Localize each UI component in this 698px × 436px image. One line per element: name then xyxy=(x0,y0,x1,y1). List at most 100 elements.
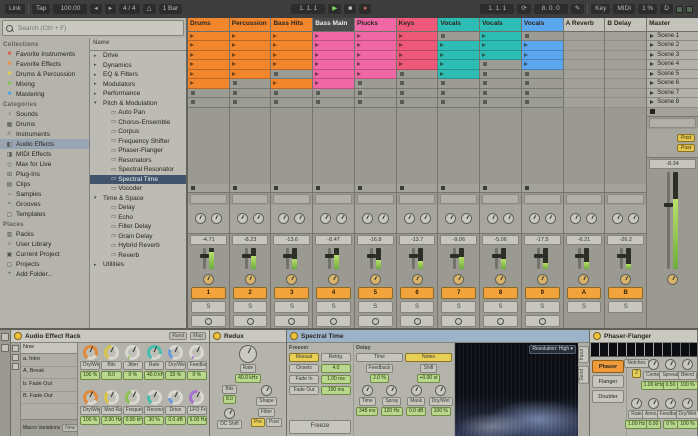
send-b-post-toggle[interactable]: Post xyxy=(676,143,695,152)
clip-slot[interactable] xyxy=(438,31,480,41)
browser-sidebar-item[interactable]: ◨ MIDI Effects xyxy=(0,149,89,159)
show-clip-icon[interactable] xyxy=(1,344,9,352)
tree-expand-arrow-icon[interactable]: ▾ xyxy=(94,100,99,106)
fader-handle[interactable] xyxy=(533,254,543,259)
clip-slot[interactable] xyxy=(521,60,563,70)
clip-slot[interactable] xyxy=(313,50,354,60)
pan-knob[interactable] xyxy=(578,273,590,285)
macro-value[interactable]: 40.0 kHz xyxy=(144,371,165,380)
browser-tree-item[interactable]: ▭ Echo xyxy=(90,213,186,223)
clip-stop-button-row[interactable] xyxy=(396,183,438,193)
clip-slot[interactable] xyxy=(480,60,521,70)
clip-slot[interactable] xyxy=(229,31,271,41)
volume-readout[interactable]: -13.6 xyxy=(273,234,311,245)
show-devices-in-rack-icon[interactable] xyxy=(12,363,19,370)
clip-slot[interactable] xyxy=(396,88,438,98)
track-activator-button[interactable]: 3 xyxy=(274,287,310,299)
clip-slot[interactable] xyxy=(605,50,647,60)
send-a-knob[interactable] xyxy=(194,213,206,224)
browser-sidebar-item[interactable]: ▦ Drums xyxy=(0,119,89,129)
tree-expand-arrow-icon[interactable]: ▸ xyxy=(94,72,99,78)
clip-stop-button-row[interactable] xyxy=(313,183,354,193)
clip-slot[interactable] xyxy=(438,88,480,98)
clip-slot[interactable] xyxy=(438,79,480,89)
browser-sidebar-item[interactable]: ≈ Grooves xyxy=(0,199,89,209)
track-header[interactable]: Drums xyxy=(188,18,229,32)
scene-play-icon[interactable] xyxy=(650,90,655,95)
solo-button[interactable]: S xyxy=(232,301,268,313)
drywet-value[interactable]: 100 % xyxy=(430,407,451,416)
device-on-icon[interactable] xyxy=(213,332,221,340)
clip-slot[interactable] xyxy=(396,50,438,60)
track-activator-button[interactable]: B xyxy=(608,287,644,299)
clip-slot[interactable] xyxy=(438,69,480,79)
pan-knob[interactable] xyxy=(328,273,340,285)
arrangement-position-field[interactable]: 1. 1. 1 xyxy=(291,4,326,14)
macro-value[interactable]: 2.00 Hz xyxy=(101,416,122,425)
solo-button[interactable]: S xyxy=(357,301,393,313)
track-header[interactable]: Vocals xyxy=(438,18,480,32)
show-chains-icon[interactable] xyxy=(12,345,19,352)
volume-fader[interactable] xyxy=(533,247,543,269)
param-value[interactable]: 0 % xyxy=(663,419,678,429)
clip-slot[interactable] xyxy=(188,50,229,60)
scene-play-icon[interactable] xyxy=(650,43,655,48)
scene-slot[interactable]: Scene 6 xyxy=(647,79,698,89)
macro-value[interactable]: 0 % xyxy=(186,371,207,380)
browser-sidebar-item[interactable]: ▥ Packs xyxy=(0,229,89,239)
stop-clips-icon[interactable] xyxy=(316,185,321,190)
macro-value[interactable]: 100 % xyxy=(80,371,101,380)
macro-value[interactable]: 33 % xyxy=(165,371,186,380)
browser-tree-item[interactable]: ▸ Drive xyxy=(90,51,186,61)
track-activator-button[interactable]: 2 xyxy=(232,287,268,299)
track-activator-button[interactable]: 5 xyxy=(357,287,393,299)
clip-slot[interactable] xyxy=(271,98,313,108)
clip-slot[interactable] xyxy=(188,41,229,51)
track-header[interactable]: B Delay xyxy=(605,18,647,32)
macro-knob[interactable] xyxy=(103,390,119,405)
volume-readout[interactable]: -4.71 xyxy=(190,234,227,245)
macro-knob[interactable] xyxy=(103,345,119,360)
clip-slot[interactable] xyxy=(229,41,271,51)
volume-readout[interactable]: -13.7 xyxy=(398,234,436,245)
browser-tree-item[interactable]: ▭ Phaser-Flanger xyxy=(90,146,186,156)
volume-fader[interactable] xyxy=(575,247,585,269)
tree-expand-arrow-icon[interactable]: ▸ xyxy=(94,53,99,59)
clip-slot[interactable] xyxy=(605,69,647,79)
mode-tab[interactable]: Flanger xyxy=(592,375,624,388)
volume-fader[interactable] xyxy=(450,247,460,269)
metronome-toggle[interactable]: △ xyxy=(142,4,156,14)
stop-clips-icon[interactable] xyxy=(357,185,362,190)
browser-sidebar-item[interactable]: ♬ Instruments xyxy=(0,129,89,139)
rack-chain-row[interactable]: a. Intro xyxy=(21,354,77,367)
macro-value[interactable]: 100 % xyxy=(80,416,101,425)
scene-play-icon[interactable] xyxy=(650,62,655,67)
rack-chain-row[interactable]: B. Fade Out xyxy=(21,392,77,404)
fader-handle[interactable] xyxy=(617,254,627,259)
param-value[interactable]: 100 % xyxy=(677,419,698,429)
solo-button[interactable]: S xyxy=(524,301,560,313)
midi-map-toggle[interactable]: MIDI xyxy=(613,4,636,14)
clip-slot[interactable] xyxy=(313,41,354,51)
volume-fader[interactable] xyxy=(492,247,501,269)
browser-tree-item[interactable]: ▭ Spectral Time xyxy=(90,174,186,184)
track-header[interactable]: Plucks xyxy=(354,18,396,32)
browser-sidebar-item[interactable]: ⊞ Plug-Ins xyxy=(0,169,89,179)
delay-time-knob[interactable] xyxy=(361,385,373,396)
arm-button[interactable] xyxy=(357,315,393,327)
clip-stop-button-row[interactable] xyxy=(563,183,605,193)
clip-slot[interactable] xyxy=(354,88,396,98)
clip-slot[interactable] xyxy=(563,69,605,79)
send-b-knob[interactable] xyxy=(461,213,473,224)
clip-slot[interactable] xyxy=(521,88,563,98)
send-a-knob[interactable] xyxy=(445,213,457,224)
track-header[interactable]: Master xyxy=(647,18,698,32)
clip-slot[interactable] xyxy=(521,41,563,51)
notches-value[interactable]: 2 xyxy=(632,369,641,378)
scene-slot[interactable]: Scene 5 xyxy=(647,69,698,79)
clip-slot[interactable] xyxy=(521,98,563,108)
clip-slot[interactable] xyxy=(354,31,396,41)
clip-slot[interactable] xyxy=(605,88,647,98)
clip-slot[interactable] xyxy=(313,88,354,98)
scene-slot[interactable]: Scene 4 xyxy=(647,60,698,70)
